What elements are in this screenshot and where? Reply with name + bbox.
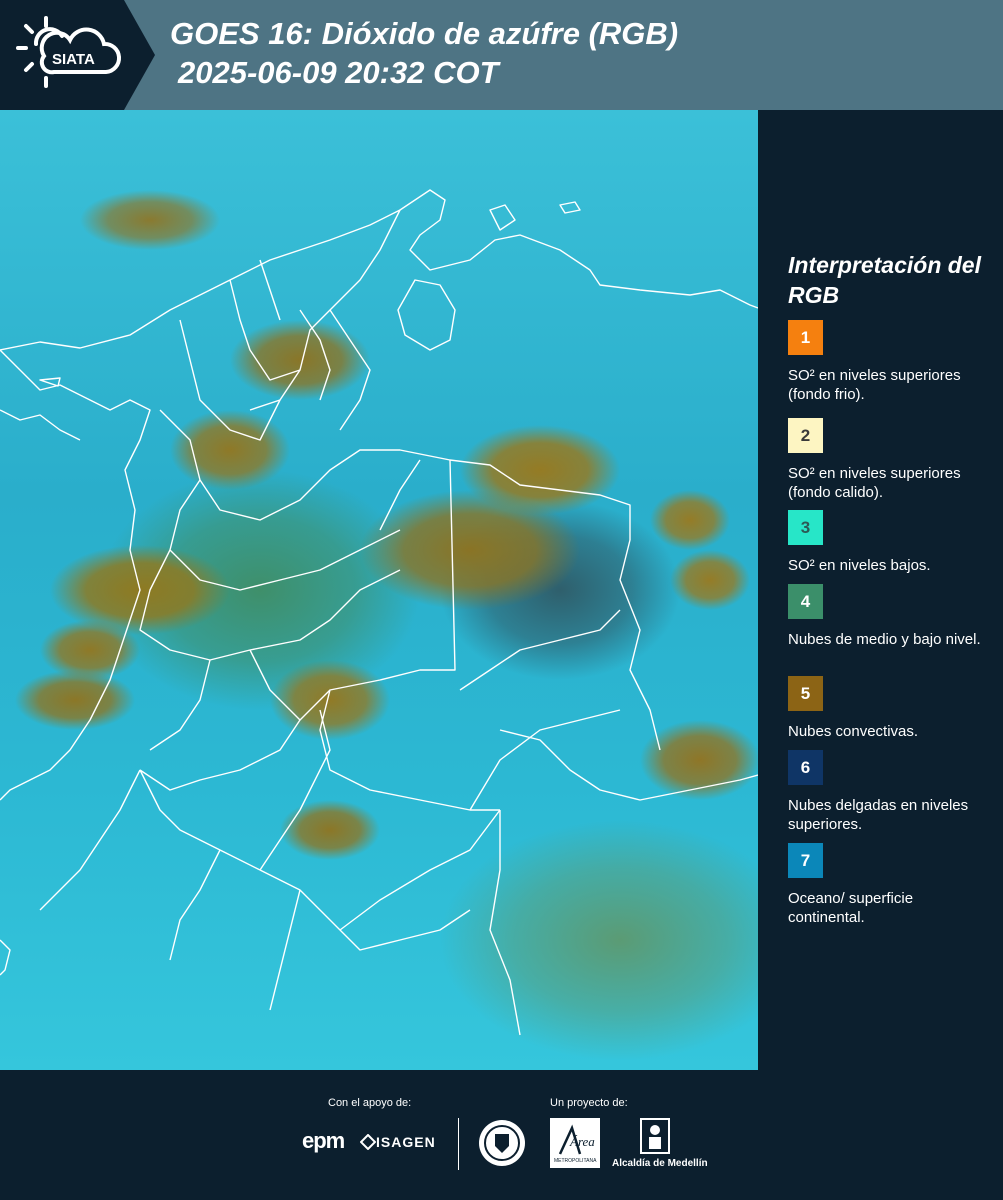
svg-text:METROPOLITANA: METROPOLITANA bbox=[554, 1158, 597, 1164]
legend-swatch-1: 1 bbox=[788, 320, 823, 355]
legend-swatch-4: 4 bbox=[788, 584, 823, 619]
legend-number-2: 2 bbox=[800, 425, 811, 445]
epm-logo: epm bbox=[302, 1128, 345, 1153]
boundaries-overlay bbox=[0, 189, 758, 1036]
legend-number-7: 7 bbox=[800, 850, 811, 870]
footer-bar: Con el apoyo de: Un proyecto de: epm ISA… bbox=[0, 1070, 1003, 1200]
legend-text-2: SO² en niveles superiores (fondo calido)… bbox=[788, 465, 961, 501]
title-product: GOES 16: Dióxido de azúfre (RGB) bbox=[170, 16, 679, 51]
legend-text-5: Nubes convectivas. bbox=[788, 723, 919, 740]
isagen-mark-icon bbox=[360, 1134, 376, 1150]
legend-item-4: 4 Nubes de medio y bajo nivel. bbox=[788, 584, 983, 649]
area-metropolitana-logo: Área METROPOLITANA bbox=[550, 1118, 600, 1168]
legend-item-5: 5 Nubes convectivas. bbox=[788, 676, 983, 741]
legend-text-3: SO² en niveles bajos. bbox=[788, 557, 931, 574]
legend-swatch-6: 6 bbox=[788, 750, 823, 785]
legend-item-2: 2 SO² en niveles superiores (fondo calid… bbox=[788, 418, 983, 502]
legend-title: Interpretación del RGB bbox=[788, 252, 981, 308]
svg-text:SIATA: SIATA bbox=[52, 51, 95, 68]
legend-text-1: SO² en niveles superiores (fondo frio). bbox=[788, 367, 961, 403]
footer-divider bbox=[458, 1118, 459, 1170]
satellite-map bbox=[0, 110, 758, 1070]
legend-swatch-2: 2 bbox=[788, 418, 823, 453]
legend-item-1: 1 SO² en niveles superiores (fondo frio)… bbox=[788, 320, 983, 404]
siata-logo: SIATA bbox=[0, 0, 155, 110]
header-bar: SIATA GOES 16: Dióxido de azúfre (RGB) 2… bbox=[0, 0, 1003, 110]
support-label: Con el apoyo de: bbox=[328, 1097, 412, 1109]
isagen-logo: ISAGEN bbox=[376, 1134, 436, 1150]
sun-cloud-icon: SIATA bbox=[16, 16, 122, 88]
legend-swatch-3: 3 bbox=[788, 510, 823, 545]
legend-number-3: 3 bbox=[800, 517, 811, 537]
alcaldia-label: Alcaldía de Medellín bbox=[612, 1158, 708, 1169]
medellin-seal-icon bbox=[479, 1120, 525, 1166]
project-label: Un proyecto de: bbox=[550, 1097, 628, 1109]
legend-item-7: 7 Oceano/ superficie continental. bbox=[788, 843, 983, 927]
svg-text:Área: Área bbox=[569, 1134, 595, 1149]
legend-number-6: 6 bbox=[800, 757, 811, 777]
alcaldia-shield-icon bbox=[640, 1118, 670, 1154]
legend-item-6: 6 Nubes delgadas en niveles superiores. bbox=[788, 750, 983, 834]
legend-swatch-5: 5 bbox=[788, 676, 823, 711]
legend-item-3: 3 SO² en niveles bajos. bbox=[788, 510, 983, 575]
legend-swatch-7: 7 bbox=[788, 843, 823, 878]
legend-number-4: 4 bbox=[800, 591, 811, 611]
legend-text-4: Nubes de medio y bajo nivel. bbox=[788, 631, 981, 648]
title-timestamp: 2025-06-09 20:32 COT bbox=[178, 55, 499, 90]
legend-number-5: 5 bbox=[800, 683, 811, 703]
legend-text-6: Nubes delgadas en niveles superiores. bbox=[788, 797, 969, 833]
legend-text-7: Oceano/ superficie continental. bbox=[788, 890, 914, 926]
legend-panel: Interpretación del RGB 1 SO² en niveles … bbox=[760, 110, 1003, 1070]
legend-number-1: 1 bbox=[800, 327, 811, 347]
